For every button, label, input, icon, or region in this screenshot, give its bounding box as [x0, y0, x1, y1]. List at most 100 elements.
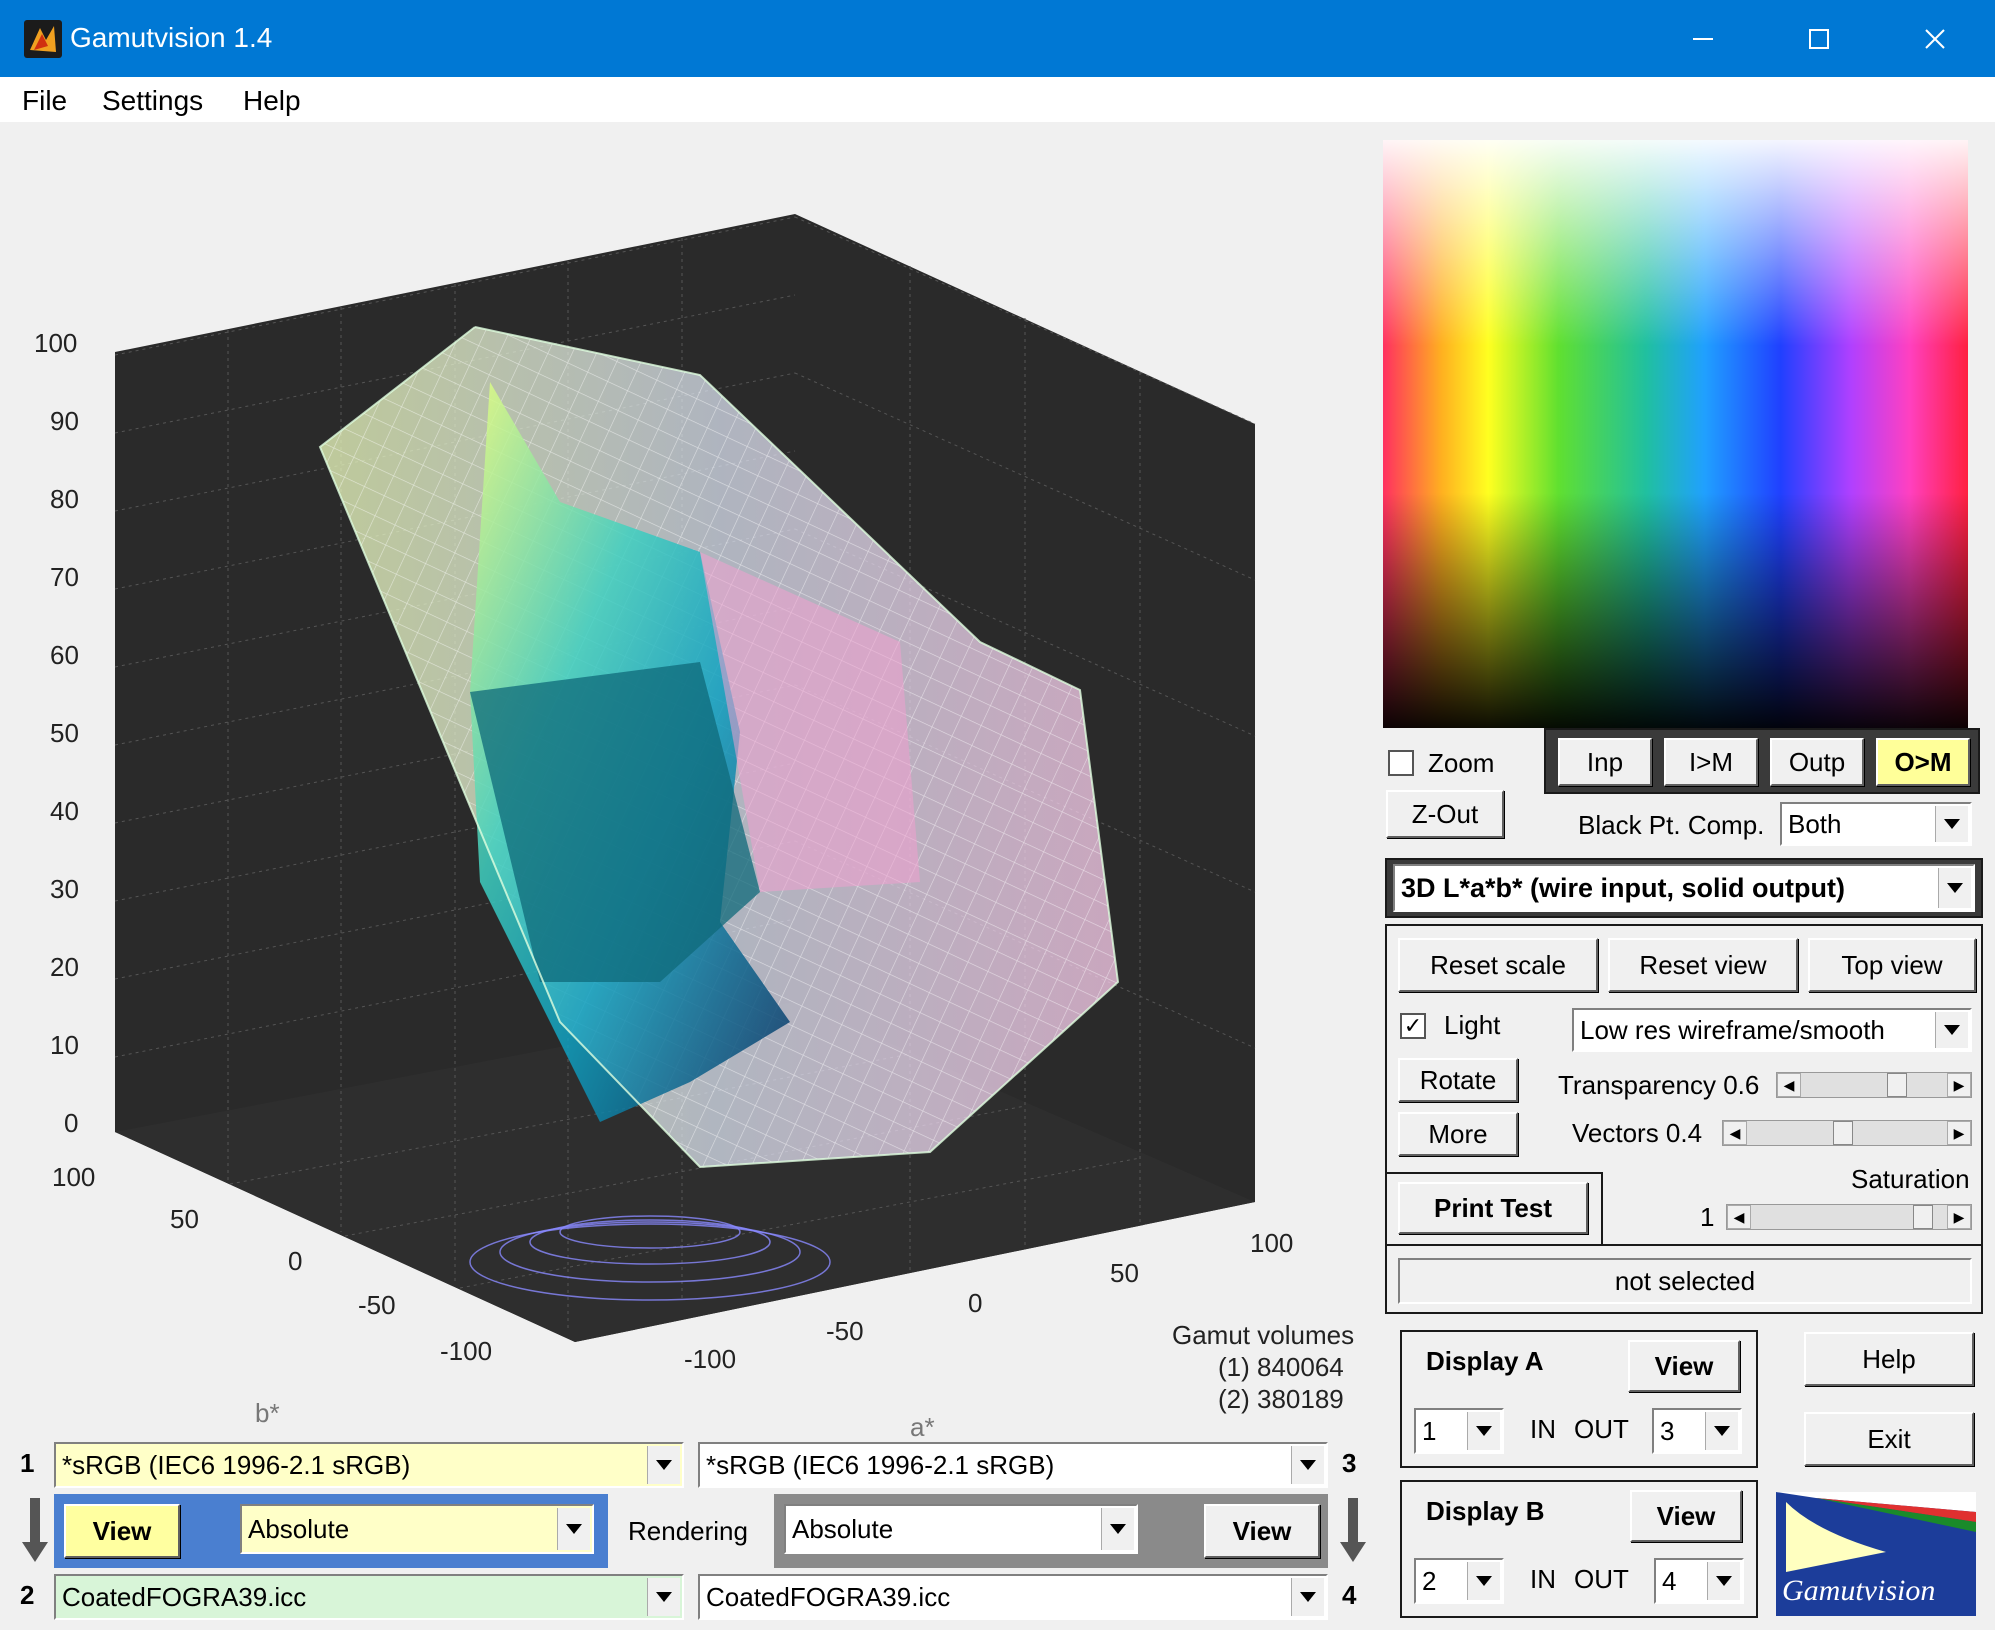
- slider-left-arrow-icon[interactable]: ◀: [1727, 1205, 1751, 1229]
- profile-2-value: CoatedFOGRA39.icc: [62, 1581, 307, 1612]
- profile-2-select[interactable]: CoatedFOGRA39.icc: [54, 1574, 684, 1620]
- a-tick: 0: [968, 1288, 983, 1318]
- display-a-title: Display A: [1426, 1346, 1544, 1376]
- transparency-slider-thumb[interactable]: [1887, 1073, 1907, 1097]
- slider-right-arrow-icon[interactable]: ▶: [1947, 1121, 1971, 1145]
- chevron-down-icon: [1467, 1562, 1500, 1600]
- chevron-down-icon: [647, 1446, 680, 1484]
- b-tick: -100: [440, 1336, 493, 1366]
- light-label: Light: [1444, 1010, 1501, 1040]
- maximize-button[interactable]: [1761, 0, 1877, 77]
- window-title: Gamutvision 1.4: [70, 22, 273, 53]
- a-axis-label: a*: [910, 1412, 935, 1442]
- black-point-comp-select[interactable]: Both: [1780, 802, 1972, 846]
- title-bar: Gamutvision 1.4: [0, 0, 1995, 77]
- profile-1-select[interactable]: *sRGB (IEC6 1996-2.1 sRGB): [54, 1442, 684, 1488]
- vectors-slider-thumb[interactable]: [1833, 1121, 1853, 1145]
- help-button[interactable]: Help: [1804, 1332, 1974, 1386]
- view-output-button[interactable]: Outp: [1770, 738, 1864, 786]
- b-tick: 100: [52, 1162, 96, 1192]
- display-a-in-select[interactable]: 1: [1414, 1408, 1504, 1454]
- chevron-down-icon: [1291, 1578, 1324, 1616]
- more-button[interactable]: More: [1398, 1112, 1518, 1156]
- reset-scale-button[interactable]: Reset scale: [1398, 938, 1598, 992]
- profile-4-select[interactable]: CoatedFOGRA39.icc: [698, 1574, 1328, 1620]
- menu-file[interactable]: File: [22, 85, 67, 117]
- vectors-label: Vectors 0.4: [1572, 1118, 1703, 1148]
- z-tick: 100: [34, 328, 78, 358]
- slider-right-arrow-icon[interactable]: ▶: [1947, 1205, 1971, 1229]
- z-tick: 70: [50, 562, 79, 592]
- view-input-button[interactable]: Inp: [1558, 738, 1652, 786]
- view-output-map-button[interactable]: O>M: [1876, 738, 1970, 786]
- display-b-out-value: 4: [1662, 1565, 1677, 1596]
- menu-settings[interactable]: Settings: [102, 85, 203, 117]
- profile-1-value: *sRGB (IEC6 1996-2.1 sRGB): [62, 1449, 411, 1480]
- gamut-3d-plot[interactable]: [0, 122, 1370, 1417]
- view-input-map-button[interactable]: I>M: [1664, 738, 1758, 786]
- gamut-volumes-title: Gamut volumes: [1172, 1320, 1355, 1350]
- zoom-label: Zoom: [1428, 748, 1495, 778]
- a-tick: -50: [826, 1316, 864, 1346]
- chevron-down-icon: [647, 1578, 680, 1616]
- minimize-button[interactable]: [1645, 0, 1761, 77]
- b-tick: 50: [170, 1204, 199, 1234]
- render-mode-select[interactable]: Low res wireframe/smooth: [1572, 1008, 1972, 1052]
- profile-3-select[interactable]: *sRGB (IEC6 1996-2.1 sRGB): [698, 1442, 1328, 1488]
- z-tick: 20: [50, 952, 79, 982]
- display-b-out-label: OUT: [1574, 1564, 1629, 1594]
- gamut-volume-2: (2) 380189: [1218, 1384, 1344, 1414]
- close-button[interactable]: [1877, 0, 1993, 77]
- b-axis-label: b*: [255, 1398, 280, 1428]
- slider-left-arrow-icon[interactable]: ◀: [1777, 1073, 1801, 1097]
- z-tick: 50: [50, 718, 79, 748]
- z-tick: 10: [50, 1030, 79, 1060]
- display-b-view-button[interactable]: View: [1630, 1490, 1742, 1542]
- profile-3-value: *sRGB (IEC6 1996-2.1 sRGB): [706, 1449, 1055, 1480]
- profile-2-number: 2: [20, 1580, 35, 1610]
- menu-help[interactable]: Help: [243, 85, 301, 117]
- plot-mode-select[interactable]: 3D L*a*b* (wire input, solid output): [1393, 864, 1975, 912]
- z-tick: 60: [50, 640, 79, 670]
- reset-view-button[interactable]: Reset view: [1608, 938, 1798, 992]
- display-a-out-select[interactable]: 3: [1652, 1408, 1742, 1454]
- display-b-out-select[interactable]: 4: [1654, 1558, 1744, 1604]
- rendering-label: Rendering: [628, 1516, 748, 1546]
- chevron-down-icon: [1467, 1412, 1500, 1450]
- profile-4-number: 4: [1342, 1580, 1357, 1610]
- transparency-slider[interactable]: ◀ ▶: [1776, 1072, 1972, 1098]
- input-intent-select[interactable]: Absolute: [240, 1504, 594, 1554]
- gamut-plot-panel[interactable]: 100 90 80 70 60 50 40 30 20 10 0 100 50 …: [0, 122, 1370, 1442]
- chevron-down-icon: [1707, 1562, 1740, 1600]
- saturation-slider[interactable]: ◀ ▶: [1726, 1204, 1972, 1230]
- display-b-in-select[interactable]: 2: [1414, 1558, 1504, 1604]
- output-intent-select[interactable]: Absolute: [784, 1504, 1138, 1554]
- display-b-in-label: IN: [1530, 1564, 1556, 1594]
- saturation-slider-thumb[interactable]: [1913, 1205, 1933, 1229]
- gamut-volume-1: (1) 840064: [1218, 1352, 1344, 1382]
- vectors-slider[interactable]: ◀ ▶: [1722, 1120, 1972, 1146]
- color-preview-image: [1383, 140, 1968, 728]
- slider-left-arrow-icon[interactable]: ◀: [1723, 1121, 1747, 1145]
- exit-button[interactable]: Exit: [1804, 1412, 1974, 1466]
- menu-bar: File Settings Help: [0, 77, 1995, 122]
- z-tick: 40: [50, 796, 79, 826]
- maximize-icon: [1809, 28, 1829, 49]
- input-view-button[interactable]: View: [64, 1504, 180, 1558]
- light-checkbox[interactable]: ✓: [1400, 1013, 1426, 1039]
- a-tick: 100: [1250, 1228, 1294, 1258]
- chevron-down-icon: [1705, 1412, 1738, 1450]
- display-a-view-button[interactable]: View: [1628, 1340, 1740, 1392]
- plot-mode-value: 3D L*a*b* (wire input, solid output): [1401, 872, 1845, 903]
- slider-right-arrow-icon[interactable]: ▶: [1947, 1073, 1971, 1097]
- saturation-value: 1: [1700, 1202, 1715, 1232]
- print-test-button[interactable]: Print Test: [1398, 1182, 1588, 1234]
- output-view-button[interactable]: View: [1204, 1504, 1320, 1558]
- output-intent-value: Absolute: [792, 1513, 894, 1544]
- rotate-button[interactable]: Rotate: [1398, 1058, 1518, 1102]
- top-view-button[interactable]: Top view: [1808, 938, 1976, 992]
- zoom-out-button[interactable]: Z-Out: [1386, 790, 1504, 838]
- zoom-checkbox[interactable]: [1388, 750, 1414, 776]
- divider: [1385, 1244, 1983, 1246]
- display-a-out-value: 3: [1660, 1415, 1675, 1446]
